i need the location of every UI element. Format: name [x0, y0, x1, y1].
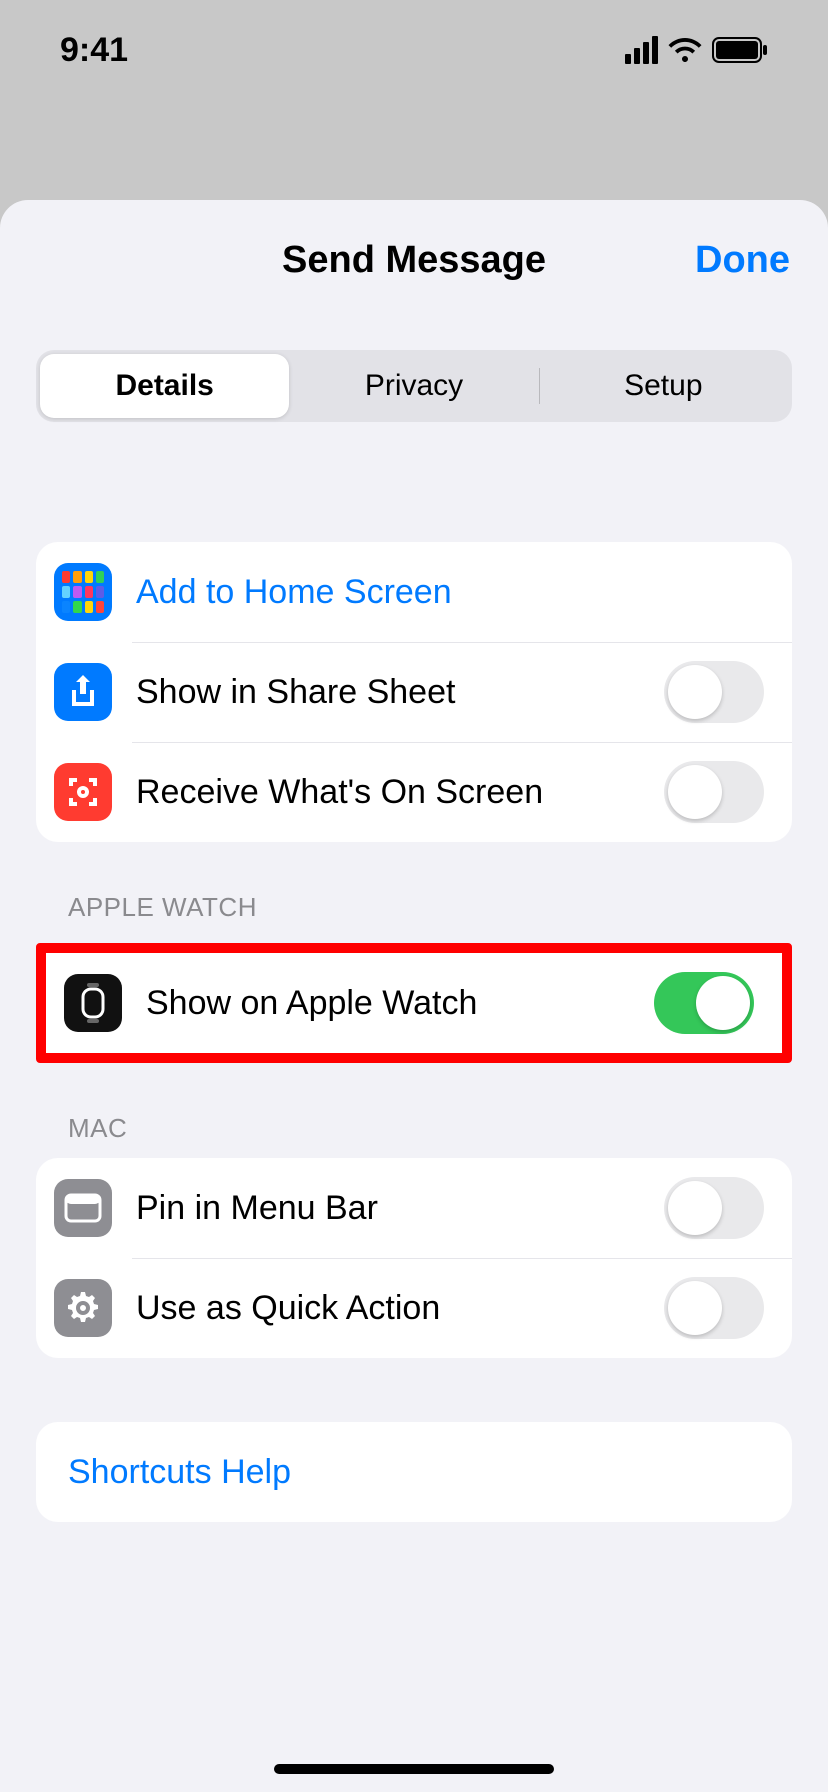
- home-screen-icon: [54, 563, 112, 621]
- group-help: Shortcuts Help: [36, 1422, 792, 1522]
- toggle-apple-watch[interactable]: [654, 972, 754, 1034]
- row-add-home-screen[interactable]: Add to Home Screen: [36, 542, 792, 642]
- tab-setup[interactable]: Setup: [539, 354, 788, 418]
- row-share-sheet: Show in Share Sheet: [36, 642, 792, 742]
- home-indicator: [274, 1764, 554, 1774]
- status-time: 9:41: [60, 31, 128, 70]
- group-apple-watch: Show on Apple Watch: [46, 953, 782, 1053]
- status-bar: 9:41: [0, 0, 828, 100]
- tab-details[interactable]: Details: [40, 354, 289, 418]
- sheet-header: Send Message Done: [0, 200, 828, 320]
- row-apple-watch-label: Show on Apple Watch: [146, 984, 630, 1023]
- row-pin-menu-bar-label: Pin in Menu Bar: [136, 1189, 640, 1228]
- toggle-share-sheet[interactable]: [664, 661, 764, 723]
- group-mac: Pin in Menu Bar Use as Quick Action: [36, 1158, 792, 1358]
- settings-sheet: Send Message Done Details Privacy Setup …: [0, 200, 828, 1792]
- toggle-quick-action[interactable]: [664, 1277, 764, 1339]
- group-general: Add to Home Screen Show in Share Sheet R…: [36, 542, 792, 842]
- sheet-title: Send Message: [282, 239, 546, 282]
- screenshot-icon: [54, 763, 112, 821]
- row-pin-menu-bar: Pin in Menu Bar: [36, 1158, 792, 1258]
- row-share-sheet-label: Show in Share Sheet: [136, 673, 640, 712]
- status-right: [625, 36, 768, 64]
- row-receive-screen-label: Receive What's On Screen: [136, 773, 640, 812]
- highlight-apple-watch: Show on Apple Watch: [36, 943, 792, 1063]
- gear-icon: [54, 1279, 112, 1337]
- share-sheet-icon: [54, 663, 112, 721]
- apple-watch-icon: [64, 974, 122, 1032]
- segmented-control: Details Privacy Setup: [36, 350, 792, 422]
- row-shortcuts-help[interactable]: Shortcuts Help: [36, 1422, 792, 1522]
- row-add-home-screen-label: Add to Home Screen: [136, 573, 764, 612]
- section-header-apple-watch: APPLE WATCH: [36, 842, 792, 937]
- row-quick-action-label: Use as Quick Action: [136, 1289, 640, 1328]
- row-apple-watch: Show on Apple Watch: [46, 953, 782, 1053]
- row-receive-screen: Receive What's On Screen: [36, 742, 792, 842]
- row-shortcuts-help-label: Shortcuts Help: [68, 1453, 760, 1492]
- section-header-mac: MAC: [36, 1063, 792, 1158]
- tab-privacy[interactable]: Privacy: [289, 354, 538, 418]
- row-quick-action: Use as Quick Action: [36, 1258, 792, 1358]
- done-button[interactable]: Done: [695, 200, 790, 320]
- toggle-receive-screen[interactable]: [664, 761, 764, 823]
- wifi-icon: [668, 37, 702, 63]
- battery-icon: [712, 37, 768, 63]
- toggle-pin-menu-bar[interactable]: [664, 1177, 764, 1239]
- menu-bar-icon: [54, 1179, 112, 1237]
- cellular-icon: [625, 36, 658, 64]
